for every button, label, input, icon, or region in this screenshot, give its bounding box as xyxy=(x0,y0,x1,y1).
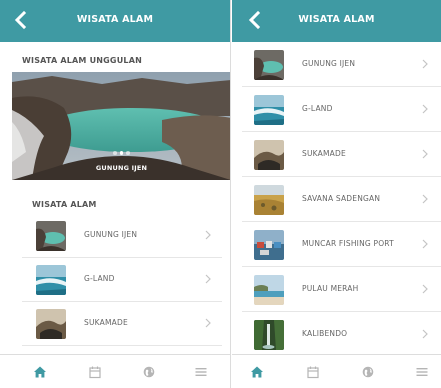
home-icon[interactable] xyxy=(33,365,47,379)
top-bar: WISATA ALAM xyxy=(232,0,441,42)
list-item[interactable]: GUNUNG IJEN xyxy=(22,214,222,258)
list-item-label: KALIBENDO xyxy=(302,329,348,338)
chevron-right-icon xyxy=(422,284,428,294)
menu-icon[interactable] xyxy=(415,365,429,379)
thumbnail xyxy=(36,221,66,251)
list-item[interactable]: PULAU MERAH xyxy=(242,268,441,312)
top-bar: WISATA ALAM xyxy=(0,0,230,42)
chevron-right-icon xyxy=(422,59,428,69)
chevron-right-icon xyxy=(422,329,428,339)
tab-bar xyxy=(232,354,441,388)
featured-carousel[interactable]: GUNUNG IJEN xyxy=(12,72,230,180)
list-item-label: PULAU MERAH xyxy=(302,284,359,293)
carousel-dot[interactable] xyxy=(126,151,130,155)
chevron-right-icon xyxy=(205,274,211,284)
list-item-label: G-LAND xyxy=(84,274,115,283)
menu-icon[interactable] xyxy=(194,365,208,379)
carousel-dot-active[interactable] xyxy=(119,151,124,155)
thumbnail xyxy=(254,185,284,215)
thumbnail xyxy=(254,230,284,260)
chevron-right-icon xyxy=(205,230,211,240)
list-item-label: SAVANA SADENGAN xyxy=(302,194,381,203)
thumbnail xyxy=(254,50,284,80)
thumbnail xyxy=(254,320,284,350)
featured-caption: GUNUNG IJEN xyxy=(95,164,148,172)
home-icon[interactable] xyxy=(250,365,264,379)
page-title: WISATA ALAM xyxy=(298,14,375,25)
thumbnail xyxy=(254,95,284,125)
right-screen: WISATA ALAM GUNUNG IJEN G-LAND SUKAMADE … xyxy=(232,0,441,388)
chevron-right-icon xyxy=(422,239,428,249)
carousel-dots[interactable] xyxy=(12,151,230,155)
list-item[interactable]: SUKAMADE xyxy=(242,133,441,177)
left-screen: WISATA ALAM WISATA ALAM UNGGULAN GUNUNG … xyxy=(0,0,231,388)
list-item[interactable]: G-LAND xyxy=(22,258,222,302)
list-item[interactable]: KALIBENDO xyxy=(242,313,441,357)
carousel-dot[interactable] xyxy=(113,151,117,155)
list-item-label: SUKAMADE xyxy=(302,149,346,158)
chevron-right-icon xyxy=(422,104,428,114)
list-item[interactable]: SUKAMADE xyxy=(22,302,222,346)
featured-section-title: WISATA ALAM UNGGULAN xyxy=(22,56,142,65)
chevron-right-icon xyxy=(422,149,428,159)
list-item[interactable]: GUNUNG IJEN xyxy=(242,43,441,87)
thumbnail xyxy=(254,140,284,170)
calendar-icon[interactable] xyxy=(88,365,102,379)
list-item-label: MUNCAR FISHING PORT xyxy=(302,239,394,248)
list-section-title: WISATA ALAM xyxy=(32,200,97,209)
globe-icon[interactable] xyxy=(361,365,375,379)
list-item-label: GUNUNG IJEN xyxy=(84,230,138,239)
list-item-label: SUKAMADE xyxy=(84,318,128,327)
list-item[interactable]: SAVANA SADENGAN xyxy=(242,178,441,222)
thumbnail xyxy=(36,265,66,295)
thumbnail xyxy=(36,309,66,339)
chevron-right-icon xyxy=(205,318,211,328)
thumbnail xyxy=(254,275,284,305)
page-title: WISATA ALAM xyxy=(76,14,154,25)
list-item-label: G-LAND xyxy=(302,104,333,113)
globe-icon[interactable] xyxy=(142,365,156,379)
calendar-icon[interactable] xyxy=(306,365,320,379)
list-item[interactable]: G-LAND xyxy=(242,88,441,132)
list-item[interactable]: MUNCAR FISHING PORT xyxy=(242,223,441,267)
tab-bar xyxy=(0,354,230,388)
chevron-right-icon xyxy=(422,194,428,204)
list-item-label: GUNUNG IJEN xyxy=(302,59,356,68)
